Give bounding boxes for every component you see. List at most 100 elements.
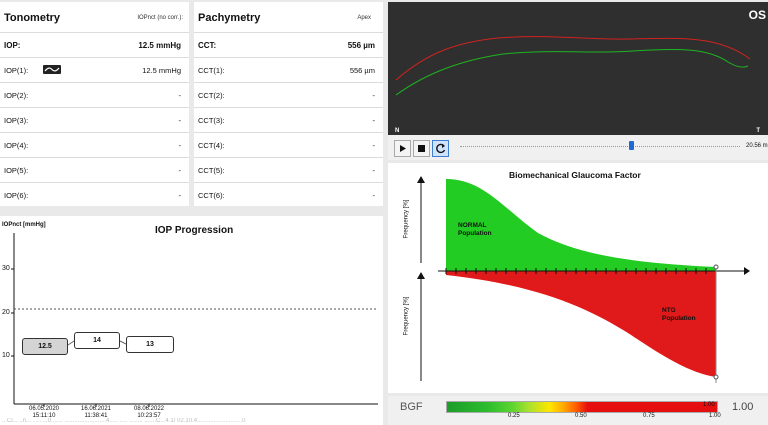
row-value: -: [178, 191, 182, 200]
normal-label: NORMAL Population: [458, 222, 492, 238]
loop-icon: [436, 143, 446, 154]
row-value: -: [372, 91, 376, 100]
tonometry-title: Tonometry: [4, 12, 61, 24]
footer-text: ...Cl... ..n... . ... ...0....... ......…: [2, 418, 246, 424]
row-label: CCT:: [198, 41, 217, 50]
row-value: 556 µm: [349, 66, 375, 75]
row-value: -: [372, 191, 376, 200]
iop-measurement-box[interactable]: 12.5: [22, 338, 68, 355]
bgf-upper-arrow: [417, 176, 425, 183]
loop-button[interactable]: [432, 140, 449, 157]
nasal-marker: N: [395, 128, 400, 134]
bgf-value: 1.00: [732, 401, 754, 413]
ntg-label: NTG Population: [662, 307, 696, 323]
lower-frequency-label: Frequency [%]: [403, 296, 410, 336]
iop-axes: [11, 233, 378, 407]
iop-y-tick-label: 10: [2, 352, 10, 359]
row-label: CCT(2):: [198, 91, 225, 100]
row-label: CCT(6):: [198, 191, 225, 200]
bgf-endpoint: [713, 374, 719, 380]
tonometry-row: IOP(6): -: [0, 182, 189, 208]
temporal-marker: T: [756, 128, 760, 134]
tonometry-row: IOP: 12.5 mmHg: [0, 32, 189, 58]
row-label: IOP(1):: [4, 66, 29, 75]
bgf-x-arrow: [744, 267, 750, 275]
pachymetry-row: CCT(1): 556 µm: [194, 57, 383, 83]
row-value: -: [372, 166, 376, 175]
row-value: -: [372, 116, 376, 125]
row-label: IOP(2):: [4, 91, 29, 100]
row-label: CCT(4):: [198, 141, 225, 150]
ntg-population-area: [446, 271, 716, 377]
tonometry-row: IOP(2): -: [0, 82, 189, 108]
pachymetry-panel: Pachymetry Apex CCT: 556 µm CCT(1): 556 …: [194, 2, 383, 206]
playback-slider-track[interactable]: [460, 146, 740, 147]
pachymetry-row: CCT(5): -: [194, 157, 383, 183]
row-label: IOP(3):: [4, 116, 29, 125]
iop-date: 08.06.2022: [133, 406, 165, 412]
tonometry-row: IOP(1): 12.5 mmHg: [0, 57, 189, 83]
profile-curves: [395, 36, 751, 96]
bgf-lower-arrow: [417, 272, 425, 279]
pachymetry-subtitle: Apex: [357, 15, 371, 21]
waveform-icon[interactable]: [43, 65, 61, 74]
pachymetry-title: Pachymetry: [198, 12, 261, 24]
iop-date: 16.06.2021: [80, 406, 112, 412]
pachymetry-row: CCT: 556 µm: [194, 32, 383, 58]
tonometry-row: IOP(5): -: [0, 157, 189, 183]
iop-y-tick-label: 30: [2, 265, 10, 272]
row-value: -: [178, 91, 182, 100]
bgf-panel: Biomechanical Glaucoma Factor Frequency …: [388, 163, 768, 393]
row-label: IOP(6):: [4, 191, 29, 200]
bgf-color-scale: [446, 401, 718, 413]
upper-frequency-label: Frequency [%]: [403, 199, 410, 239]
row-value: -: [178, 116, 182, 125]
row-label: IOP(4):: [4, 141, 29, 150]
bgf-endpoint: [713, 264, 719, 270]
pachymetry-row: CCT(6): -: [194, 182, 383, 208]
bgf-scale-tick: 0.25: [508, 413, 520, 419]
tonometry-row: IOP(4): -: [0, 132, 189, 158]
corneal-profile-view[interactable]: OS N T: [388, 2, 768, 135]
lower-profile-line: [395, 48, 749, 96]
bgf-scale-tick: 0.75: [643, 413, 655, 419]
iop-date: 06.05.2020: [28, 406, 60, 412]
bgf-distribution-plot: [417, 176, 750, 383]
iop-measurement-box[interactable]: 13: [126, 336, 174, 353]
pachymetry-row: CCT(3): -: [194, 107, 383, 133]
row-value: 12.5 mmHg: [142, 66, 181, 75]
eye-label: OS: [748, 8, 766, 22]
iop-measurement-box[interactable]: 14: [74, 332, 120, 349]
stop-button[interactable]: [413, 140, 430, 157]
pachymetry-row: CCT(4): -: [194, 132, 383, 158]
pachymetry-row: CCT(2): -: [194, 82, 383, 108]
bgf-label: BGF: [400, 401, 423, 413]
normal-label-line: Population: [458, 230, 492, 237]
row-label: IOP:: [4, 41, 21, 50]
row-label: CCT(3):: [198, 116, 225, 125]
row-label: CCT(5):: [198, 166, 225, 175]
bgf-scale-tick: 1.00: [709, 413, 721, 419]
bgf-scale-tick: 0.50: [575, 413, 587, 419]
tonometry-panel: Tonometry IOPnct (no corr.): IOP: 12.5 m…: [0, 2, 189, 206]
ntg-label-line: NTG: [662, 307, 676, 314]
iop-y-tick-label: 20: [2, 309, 10, 316]
time-label: 20.56 m: [746, 143, 768, 149]
play-button[interactable]: [394, 140, 411, 157]
bgf-marker-value: 1.00: [703, 402, 715, 408]
row-value: -: [178, 141, 182, 150]
play-icon: [400, 145, 406, 152]
row-value: 12.5 mmHg: [138, 41, 181, 50]
tonometry-subtitle: IOPnct (no corr.):: [137, 15, 183, 21]
normal-label-line: NORMAL: [458, 222, 487, 229]
stop-icon: [418, 145, 425, 152]
row-value: -: [178, 166, 182, 175]
iop-progression-panel: IOPnct [mmHg] IOP Progression 30 20 10 1…: [0, 216, 383, 425]
ntg-label-line: Population: [662, 315, 696, 322]
upper-profile-line: [395, 36, 751, 81]
playback-slider-thumb[interactable]: [628, 141, 634, 150]
row-label: IOP(5):: [4, 166, 29, 175]
row-value: 556 µm: [347, 41, 375, 50]
tonometry-row: IOP(3): -: [0, 107, 189, 133]
row-value: -: [372, 141, 376, 150]
